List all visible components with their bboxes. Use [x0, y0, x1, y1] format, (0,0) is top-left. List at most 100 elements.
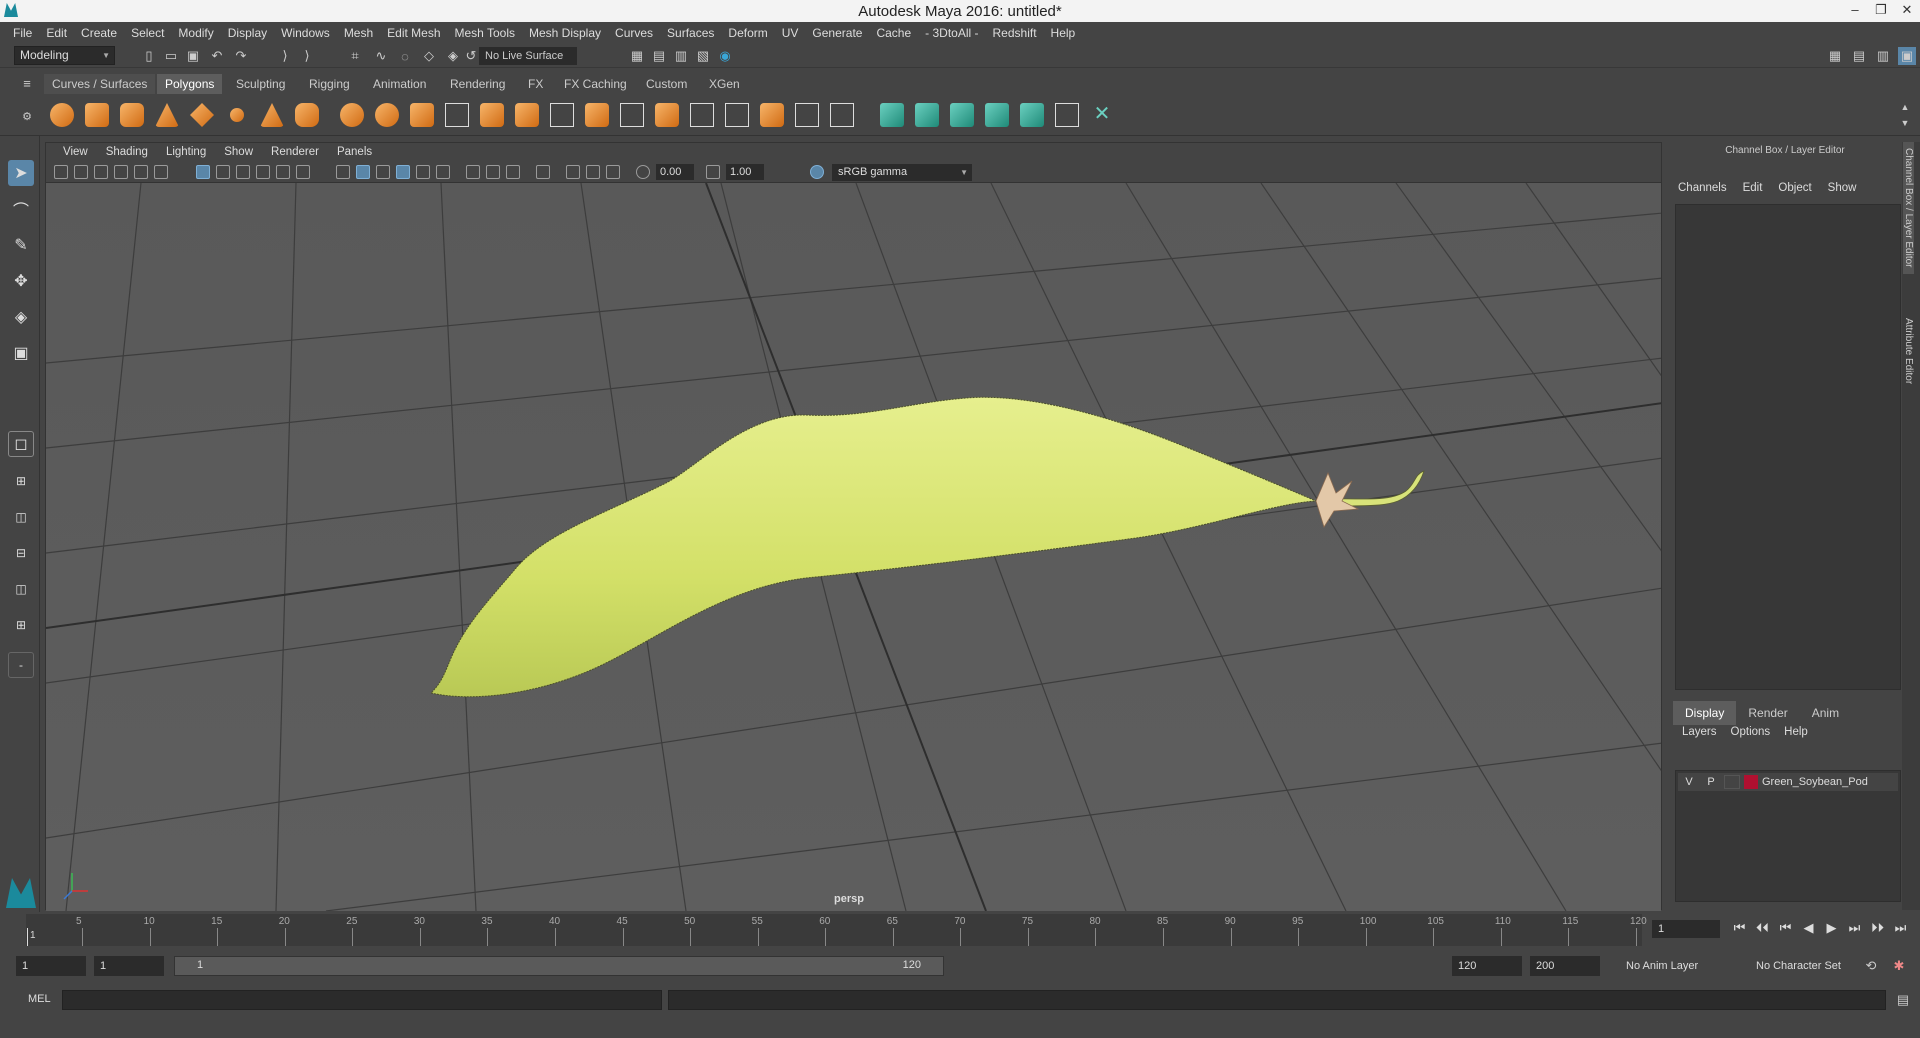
playback-start-field[interactable]: 1 — [94, 956, 164, 976]
snap-view-icon[interactable]: ◇ — [420, 47, 438, 65]
smooth-shade-icon[interactable] — [356, 165, 370, 179]
menu-help[interactable]: Help — [1044, 26, 1083, 40]
workspace-icon[interactable]: ▦ — [1826, 47, 1844, 65]
shelf-scroll-down-icon[interactable]: ▼ — [1896, 114, 1914, 132]
layer-row[interactable]: V P Green_Soybean_Pod — [1678, 773, 1898, 791]
uv-cylindrical-icon[interactable] — [915, 103, 939, 127]
snap-point-icon[interactable]: ◌ — [396, 47, 414, 65]
command-input[interactable] — [62, 990, 662, 1010]
menu-deform[interactable]: Deform — [721, 26, 774, 40]
scale-tool-icon[interactable]: ▣ — [8, 340, 34, 366]
layers-menu[interactable]: Layers — [1675, 726, 1724, 738]
xray-active-icon[interactable] — [586, 165, 600, 179]
menu-display[interactable]: Display — [221, 26, 274, 40]
save-scene-icon[interactable]: ▣ — [184, 47, 202, 65]
camera-select-icon[interactable] — [54, 165, 68, 179]
uv-editor-icon[interactable] — [1020, 103, 1044, 127]
uv-spherical-icon[interactable] — [950, 103, 974, 127]
shelf-tab-curves-surfaces[interactable]: Curves / Surfaces — [44, 74, 156, 94]
auto-key-icon[interactable]: ⟲ — [1862, 957, 1880, 975]
go-to-end-icon[interactable]: ⏭ — [1889, 920, 1912, 936]
two-d-pan-icon[interactable] — [134, 165, 148, 179]
multi-cut-icon[interactable] — [550, 103, 574, 127]
tab-anim[interactable]: Anim — [1800, 701, 1851, 725]
wireframe-icon[interactable] — [336, 165, 350, 179]
safe-action-icon[interactable] — [296, 165, 310, 179]
shelf-tab-animation[interactable]: Animation — [365, 74, 434, 94]
gamma-field[interactable]: 1.00 — [726, 164, 764, 180]
playback-end-field[interactable]: 120 — [1452, 956, 1522, 976]
field-chart-icon[interactable] — [276, 165, 290, 179]
restore-button[interactable]: ❐ — [1868, 0, 1894, 22]
view-transform-dropdown[interactable]: sRGB gamma — [832, 164, 972, 181]
toolbox-collapse-icon[interactable]: - — [8, 652, 34, 678]
show-menu[interactable]: Show — [1820, 182, 1865, 194]
gate-mask-icon[interactable] — [256, 165, 270, 179]
mode-selector[interactable]: Modeling — [14, 46, 115, 65]
bevel-icon[interactable] — [620, 103, 644, 127]
shelf-tab-xgen[interactable]: XGen — [701, 74, 748, 94]
character-set-dropdown[interactable]: No Character Set — [1752, 956, 1866, 976]
extrude-icon[interactable] — [585, 103, 609, 127]
viewport-menu-renderer[interactable]: Renderer — [262, 146, 328, 158]
menu-generate[interactable]: Generate — [805, 26, 869, 40]
fill-hole-icon[interactable] — [655, 103, 679, 127]
lasso-tool-icon[interactable]: ⌒ — [8, 196, 34, 222]
viewport-menu-panels[interactable]: Panels — [328, 146, 381, 158]
viewport-menu-view[interactable]: View — [54, 146, 97, 158]
menu-windows[interactable]: Windows — [274, 26, 337, 40]
minimize-button[interactable]: – — [1842, 0, 1868, 22]
viewport-menu-shading[interactable]: Shading — [97, 146, 157, 158]
poly-torus-icon[interactable] — [225, 103, 249, 127]
menu-create[interactable]: Create — [74, 26, 124, 40]
color-management-icon[interactable] — [810, 165, 824, 179]
smooth-icon[interactable] — [445, 103, 469, 127]
viewport-menu-show[interactable]: Show — [215, 146, 262, 158]
layer-name[interactable]: Green_Soybean_Pod — [1762, 776, 1868, 788]
object-menu[interactable]: Object — [1770, 182, 1819, 194]
menu-3dtoall[interactable]: - 3DtoAll - — [918, 26, 985, 40]
soybean-pod-mesh[interactable] — [430, 396, 1317, 698]
menu-modify[interactable]: Modify — [171, 26, 220, 40]
menu-surfaces[interactable]: Surfaces — [660, 26, 721, 40]
bridge-icon[interactable] — [515, 103, 539, 127]
component-mask-icon[interactable]: ⟩ — [298, 47, 316, 65]
tab-display[interactable]: Display — [1673, 701, 1737, 725]
close-button[interactable]: ✕ — [1894, 0, 1920, 22]
snap-surface-icon[interactable]: ◈ — [444, 47, 462, 65]
menu-mesh-tools[interactable]: Mesh Tools — [448, 26, 522, 40]
step-back-frame-icon[interactable]: ⏮ — [1774, 920, 1797, 936]
channels-menu[interactable]: Channels — [1670, 182, 1735, 194]
outliner-layout-icon[interactable]: ◫ — [8, 576, 34, 602]
anim-layer-dropdown[interactable]: No Anim Layer — [1622, 956, 1738, 976]
exposure-field[interactable]: 0.00 — [656, 164, 694, 180]
isolate-select-icon[interactable] — [536, 165, 550, 179]
time-slider[interactable]: 1 5 10 15 20 25 30 35 40 45 50 55 60 65 70 75 80 85 90 95 1… — [26, 914, 1647, 946]
graph-layout-icon[interactable]: ⊟ — [8, 540, 34, 566]
poly-pipe-icon[interactable] — [295, 103, 319, 127]
move-tool-icon[interactable]: ✥ — [8, 268, 34, 294]
shelf-tab-sculpting[interactable]: Sculpting — [228, 74, 293, 94]
merge-icon[interactable] — [830, 103, 854, 127]
shelf-settings-icon[interactable]: ⚙ — [18, 107, 36, 125]
current-frame-field[interactable]: 1 — [1652, 920, 1720, 938]
grid-toggle-icon[interactable] — [196, 165, 210, 179]
bookmark-icon[interactable] — [94, 165, 108, 179]
shelf-tab-rigging[interactable]: Rigging — [301, 74, 358, 94]
tab-render[interactable]: Render — [1736, 701, 1799, 725]
channel-list[interactable] — [1675, 204, 1901, 690]
open-scene-icon[interactable]: ▭ — [162, 47, 180, 65]
shelf-tab-fx-caching[interactable]: FX Caching — [556, 74, 635, 94]
menu-mesh-display[interactable]: Mesh Display — [522, 26, 608, 40]
go-to-start-icon[interactable]: ⏮ — [1728, 920, 1751, 936]
layer-color-swatch[interactable] — [1744, 775, 1758, 789]
uv-automatic-icon[interactable] — [985, 103, 1009, 127]
insert-edge-loop-icon[interactable] — [725, 103, 749, 127]
menu-select[interactable]: Select — [124, 26, 171, 40]
show-ui-icon[interactable]: ▤ — [1850, 47, 1868, 65]
play-forward-icon[interactable]: ▶ — [1820, 920, 1843, 936]
3d-view[interactable]: persp — [46, 183, 1661, 911]
step-forward-key-icon[interactable]: ⏵⏵ — [1866, 920, 1889, 936]
separate-icon[interactable] — [375, 103, 399, 127]
preferences-icon[interactable]: ✱ — [1890, 957, 1908, 975]
